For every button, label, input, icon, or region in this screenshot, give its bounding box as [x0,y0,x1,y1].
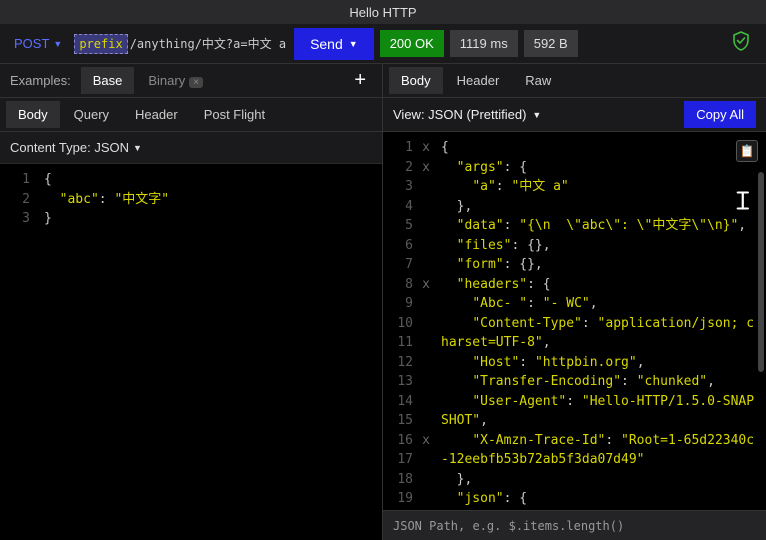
tab-resp-body[interactable]: Body [389,67,443,94]
request-bar: POST ▼ prefix /anything/中文?a=中文 a Send ▼… [0,24,766,64]
url-prefix-variable: prefix [74,34,127,54]
tab-postflight[interactable]: Post Flight [192,101,277,128]
clipboard-icon[interactable]: 📋 [736,140,758,162]
code-area: { "args": { "a": "中文 a" }, "data": "{\n … [433,132,766,510]
jsonpath-input[interactable]: JSON Path, e.g. $.items.length() [383,510,766,540]
content-type-label: Content Type: JSON [10,140,129,155]
url-path: /anything/中文?a=中文 a [128,33,288,54]
request-panel: Examples: Base Binary× + Body Query Head… [0,64,383,540]
request-body-editor[interactable]: 123 { "abc": "中文字"} [0,164,382,540]
tab-resp-raw[interactable]: Raw [513,67,563,94]
line-gutter: 12345678910111213141516171819 [383,132,419,510]
chevron-down-icon: ▼ [532,110,541,120]
line-gutter: 123 [0,164,36,540]
size-badge: 592 B [524,30,578,57]
code-area[interactable]: { "abc": "中文字"} [36,164,382,540]
example-tab-binary[interactable]: Binary× [136,67,215,94]
tab-body[interactable]: Body [6,101,60,128]
scrollbar[interactable] [758,172,764,372]
view-select[interactable]: View: JSON (Prettified) ▼ [393,107,541,122]
copy-all-button[interactable]: Copy All [684,101,756,128]
examples-label: Examples: [6,73,79,88]
response-panel: Body Header Raw View: JSON (Prettified) … [383,64,766,540]
jsonpath-placeholder: JSON Path, e.g. $.items.length() [393,519,624,533]
view-label: View: JSON (Prettified) [393,107,526,122]
response-toolbar: View: JSON (Prettified) ▼ Copy All [383,98,766,132]
close-tag-icon: × [189,77,203,88]
examples-tabrow: Examples: Base Binary× + [0,64,382,98]
main-split: Examples: Base Binary× + Body Query Head… [0,64,766,540]
window-titlebar: Hello HTTP [0,0,766,24]
shield-icon[interactable] [724,27,758,60]
example-tab-base[interactable]: Base [81,67,135,94]
fold-gutter[interactable]: xx x x [419,132,433,510]
tab-resp-header[interactable]: Header [445,67,512,94]
body-tabrow: Body Query Header Post Flight [0,98,382,132]
response-body-viewer[interactable]: 12345678910111213141516171819 xx x x { "… [383,132,766,510]
content-type-select[interactable]: Content Type: JSON ▼ [0,132,382,164]
send-button[interactable]: Send ▼ [294,28,374,60]
tab-query[interactable]: Query [62,101,121,128]
response-tabrow: Body Header Raw [383,64,766,98]
window-title: Hello HTTP [349,5,416,20]
send-label: Send [310,36,343,52]
add-example-button[interactable]: + [344,69,376,92]
method-select[interactable]: POST ▼ [8,34,68,53]
chevron-down-icon: ▼ [133,143,142,153]
chevron-down-icon: ▼ [349,39,358,49]
chevron-down-icon: ▼ [53,39,62,49]
time-badge: 1119 ms [450,30,518,57]
method-label: POST [14,36,49,51]
status-badge: 200 OK [380,30,444,57]
url-input[interactable]: prefix /anything/中文?a=中文 a [74,33,288,54]
tab-header[interactable]: Header [123,101,190,128]
